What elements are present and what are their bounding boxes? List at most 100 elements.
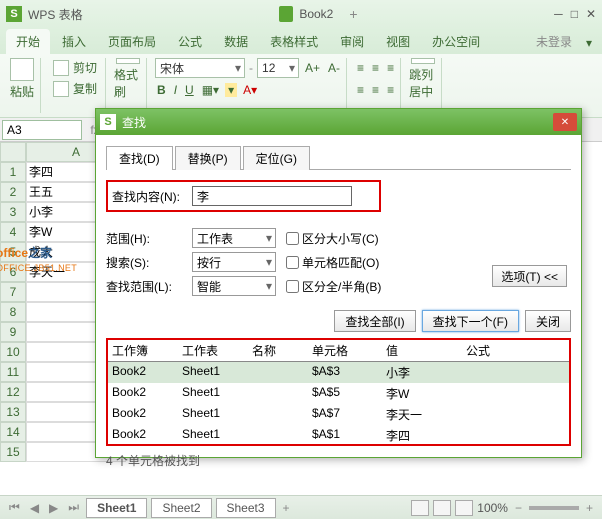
menu-insert[interactable]: 插入 <box>52 29 96 54</box>
hdr-value[interactable]: 值 <box>382 340 462 361</box>
align-bot[interactable]: ≡ <box>385 61 396 75</box>
view-break[interactable] <box>455 500 473 516</box>
underline-button[interactable]: U <box>183 83 196 97</box>
result-row[interactable]: Book2Sheet1$A$3小李 <box>108 362 569 383</box>
sheet-tab-2[interactable]: Sheet2 <box>151 498 211 518</box>
login-link[interactable]: 未登录 <box>528 29 580 54</box>
hdr-worksheet[interactable]: 工作表 <box>178 340 248 361</box>
sheet-nav-last[interactable]: ⏭ <box>65 500 82 515</box>
menu-dropdown[interactable]: ▾ <box>582 32 596 54</box>
bold-button[interactable]: B <box>155 83 168 97</box>
hdr-workbook[interactable]: 工作簿 <box>108 340 178 361</box>
menu-layout[interactable]: 页面布局 <box>98 29 166 54</box>
row-header[interactable]: 2 <box>0 182 26 202</box>
row-header[interactable]: 8 <box>0 302 26 322</box>
find-next-button[interactable]: 查找下一个(F) <box>422 310 519 332</box>
row-header[interactable]: 10 <box>0 342 26 362</box>
row-header[interactable]: 13 <box>0 402 26 422</box>
row-header[interactable]: 1 <box>0 162 26 182</box>
menu-start[interactable]: 开始 <box>6 29 50 54</box>
doc-tabs: Book2 + <box>83 6 555 22</box>
cut-icon <box>53 60 69 76</box>
menu-office[interactable]: 办公空间 <box>422 29 490 54</box>
select-all-corner[interactable] <box>0 142 26 162</box>
menu-style[interactable]: 表格样式 <box>260 29 328 54</box>
row-header[interactable]: 4 <box>0 222 26 242</box>
find-dialog: S 查找 ✕ 查找(D) 替换(P) 定位(G) 查找内容(N): 范围(H):… <box>95 108 582 458</box>
copy-button[interactable]: 复制 <box>49 79 101 98</box>
cut-button[interactable]: 剪切 <box>49 58 101 77</box>
zoom-in[interactable]: + <box>583 501 596 515</box>
align-top[interactable]: ≡ <box>355 61 366 75</box>
row-header[interactable]: 12 <box>0 382 26 402</box>
row-header[interactable]: 7 <box>0 282 26 302</box>
cell-reference[interactable]: A3 <box>2 120 82 140</box>
view-page[interactable] <box>433 500 451 516</box>
sheet-nav-next[interactable]: ▶ <box>46 501 61 515</box>
zoom-slider[interactable] <box>529 506 579 510</box>
find-content-input[interactable] <box>192 186 352 206</box>
minimize-icon[interactable]: ─ <box>554 7 563 21</box>
results-status: 4 个单元格被找到 <box>106 452 571 469</box>
align-right[interactable]: ≡ <box>385 83 396 97</box>
align-center[interactable]: ≡ <box>370 83 381 97</box>
dialog-titlebar[interactable]: S 查找 ✕ <box>96 109 581 135</box>
border-button[interactable]: ▦▾ <box>200 83 221 97</box>
row-header[interactable]: 9 <box>0 322 26 342</box>
row-header[interactable]: 3 <box>0 202 26 222</box>
row-header[interactable]: 5 <box>0 242 26 262</box>
sheet-nav-first[interactable]: ⏮ <box>6 500 23 515</box>
whole-checkbox[interactable] <box>286 256 299 269</box>
row-header[interactable]: 14 <box>0 422 26 442</box>
new-doc-button[interactable]: + <box>349 6 357 22</box>
italic-button[interactable]: I <box>172 83 179 97</box>
halfwidth-checkbox[interactable] <box>286 280 299 293</box>
font-shrink[interactable]: A- <box>326 61 342 75</box>
scope-select[interactable]: 工作表 <box>192 228 276 248</box>
zoom-level[interactable]: 100% <box>477 501 508 515</box>
find-all-button[interactable]: 查找全部(I) <box>334 310 415 332</box>
doc-name[interactable]: Book2 <box>299 7 333 21</box>
hdr-formula[interactable]: 公式 <box>462 340 522 361</box>
result-row[interactable]: Book2Sheet1$A$5李W <box>108 383 569 404</box>
view-normal[interactable] <box>411 500 429 516</box>
merge-icon <box>411 58 435 64</box>
sheet-tab-3[interactable]: Sheet3 <box>216 498 276 518</box>
sheet-add[interactable]: + <box>280 501 293 515</box>
font-size-select[interactable]: 12 <box>257 58 299 78</box>
case-checkbox[interactable] <box>286 232 299 245</box>
hdr-cell[interactable]: 单元格 <box>308 340 382 361</box>
maximize-icon[interactable]: □ <box>571 7 578 21</box>
font-grow[interactable]: A+ <box>303 61 322 75</box>
fill-color-button[interactable]: ▾ <box>225 83 237 97</box>
tab-replace[interactable]: 替换(P) <box>175 146 241 170</box>
menu-review[interactable]: 审阅 <box>330 29 374 54</box>
row-header[interactable]: 11 <box>0 362 26 382</box>
hdr-name[interactable]: 名称 <box>248 340 308 361</box>
merge-button[interactable]: 跳列居中 <box>409 58 437 100</box>
menu-data[interactable]: 数据 <box>214 29 258 54</box>
result-row[interactable]: Book2Sheet1$A$1李四 <box>108 425 569 446</box>
options-toggle-button[interactable]: 选项(T) << <box>492 265 567 287</box>
result-row[interactable]: Book2Sheet1$A$7李天一 <box>108 404 569 425</box>
dialog-close-button[interactable]: ✕ <box>553 113 577 131</box>
row-header[interactable]: 15 <box>0 442 26 462</box>
tab-goto[interactable]: 定位(G) <box>243 146 310 170</box>
align-left[interactable]: ≡ <box>355 83 366 97</box>
close-icon[interactable]: ✕ <box>586 7 596 21</box>
align-mid[interactable]: ≡ <box>370 61 381 75</box>
font-color-button[interactable]: A▾ <box>241 83 259 97</box>
format-brush-button[interactable]: 格式刷 <box>114 58 142 100</box>
menu-formula[interactable]: 公式 <box>168 29 212 54</box>
paste-button[interactable]: 粘贴 <box>8 58 36 100</box>
menu-view[interactable]: 视图 <box>376 29 420 54</box>
zoom-out[interactable]: − <box>512 501 525 515</box>
row-header[interactable]: 6 <box>0 262 26 282</box>
search-select[interactable]: 按行 <box>192 252 276 272</box>
font-select[interactable]: 宋体 <box>155 58 245 78</box>
close-button[interactable]: 关闭 <box>525 310 571 332</box>
sheet-nav-prev[interactable]: ◀ <box>27 501 42 515</box>
lookin-select[interactable]: 智能 <box>192 276 276 296</box>
tab-find[interactable]: 查找(D) <box>106 146 173 170</box>
sheet-tab-1[interactable]: Sheet1 <box>86 498 147 518</box>
